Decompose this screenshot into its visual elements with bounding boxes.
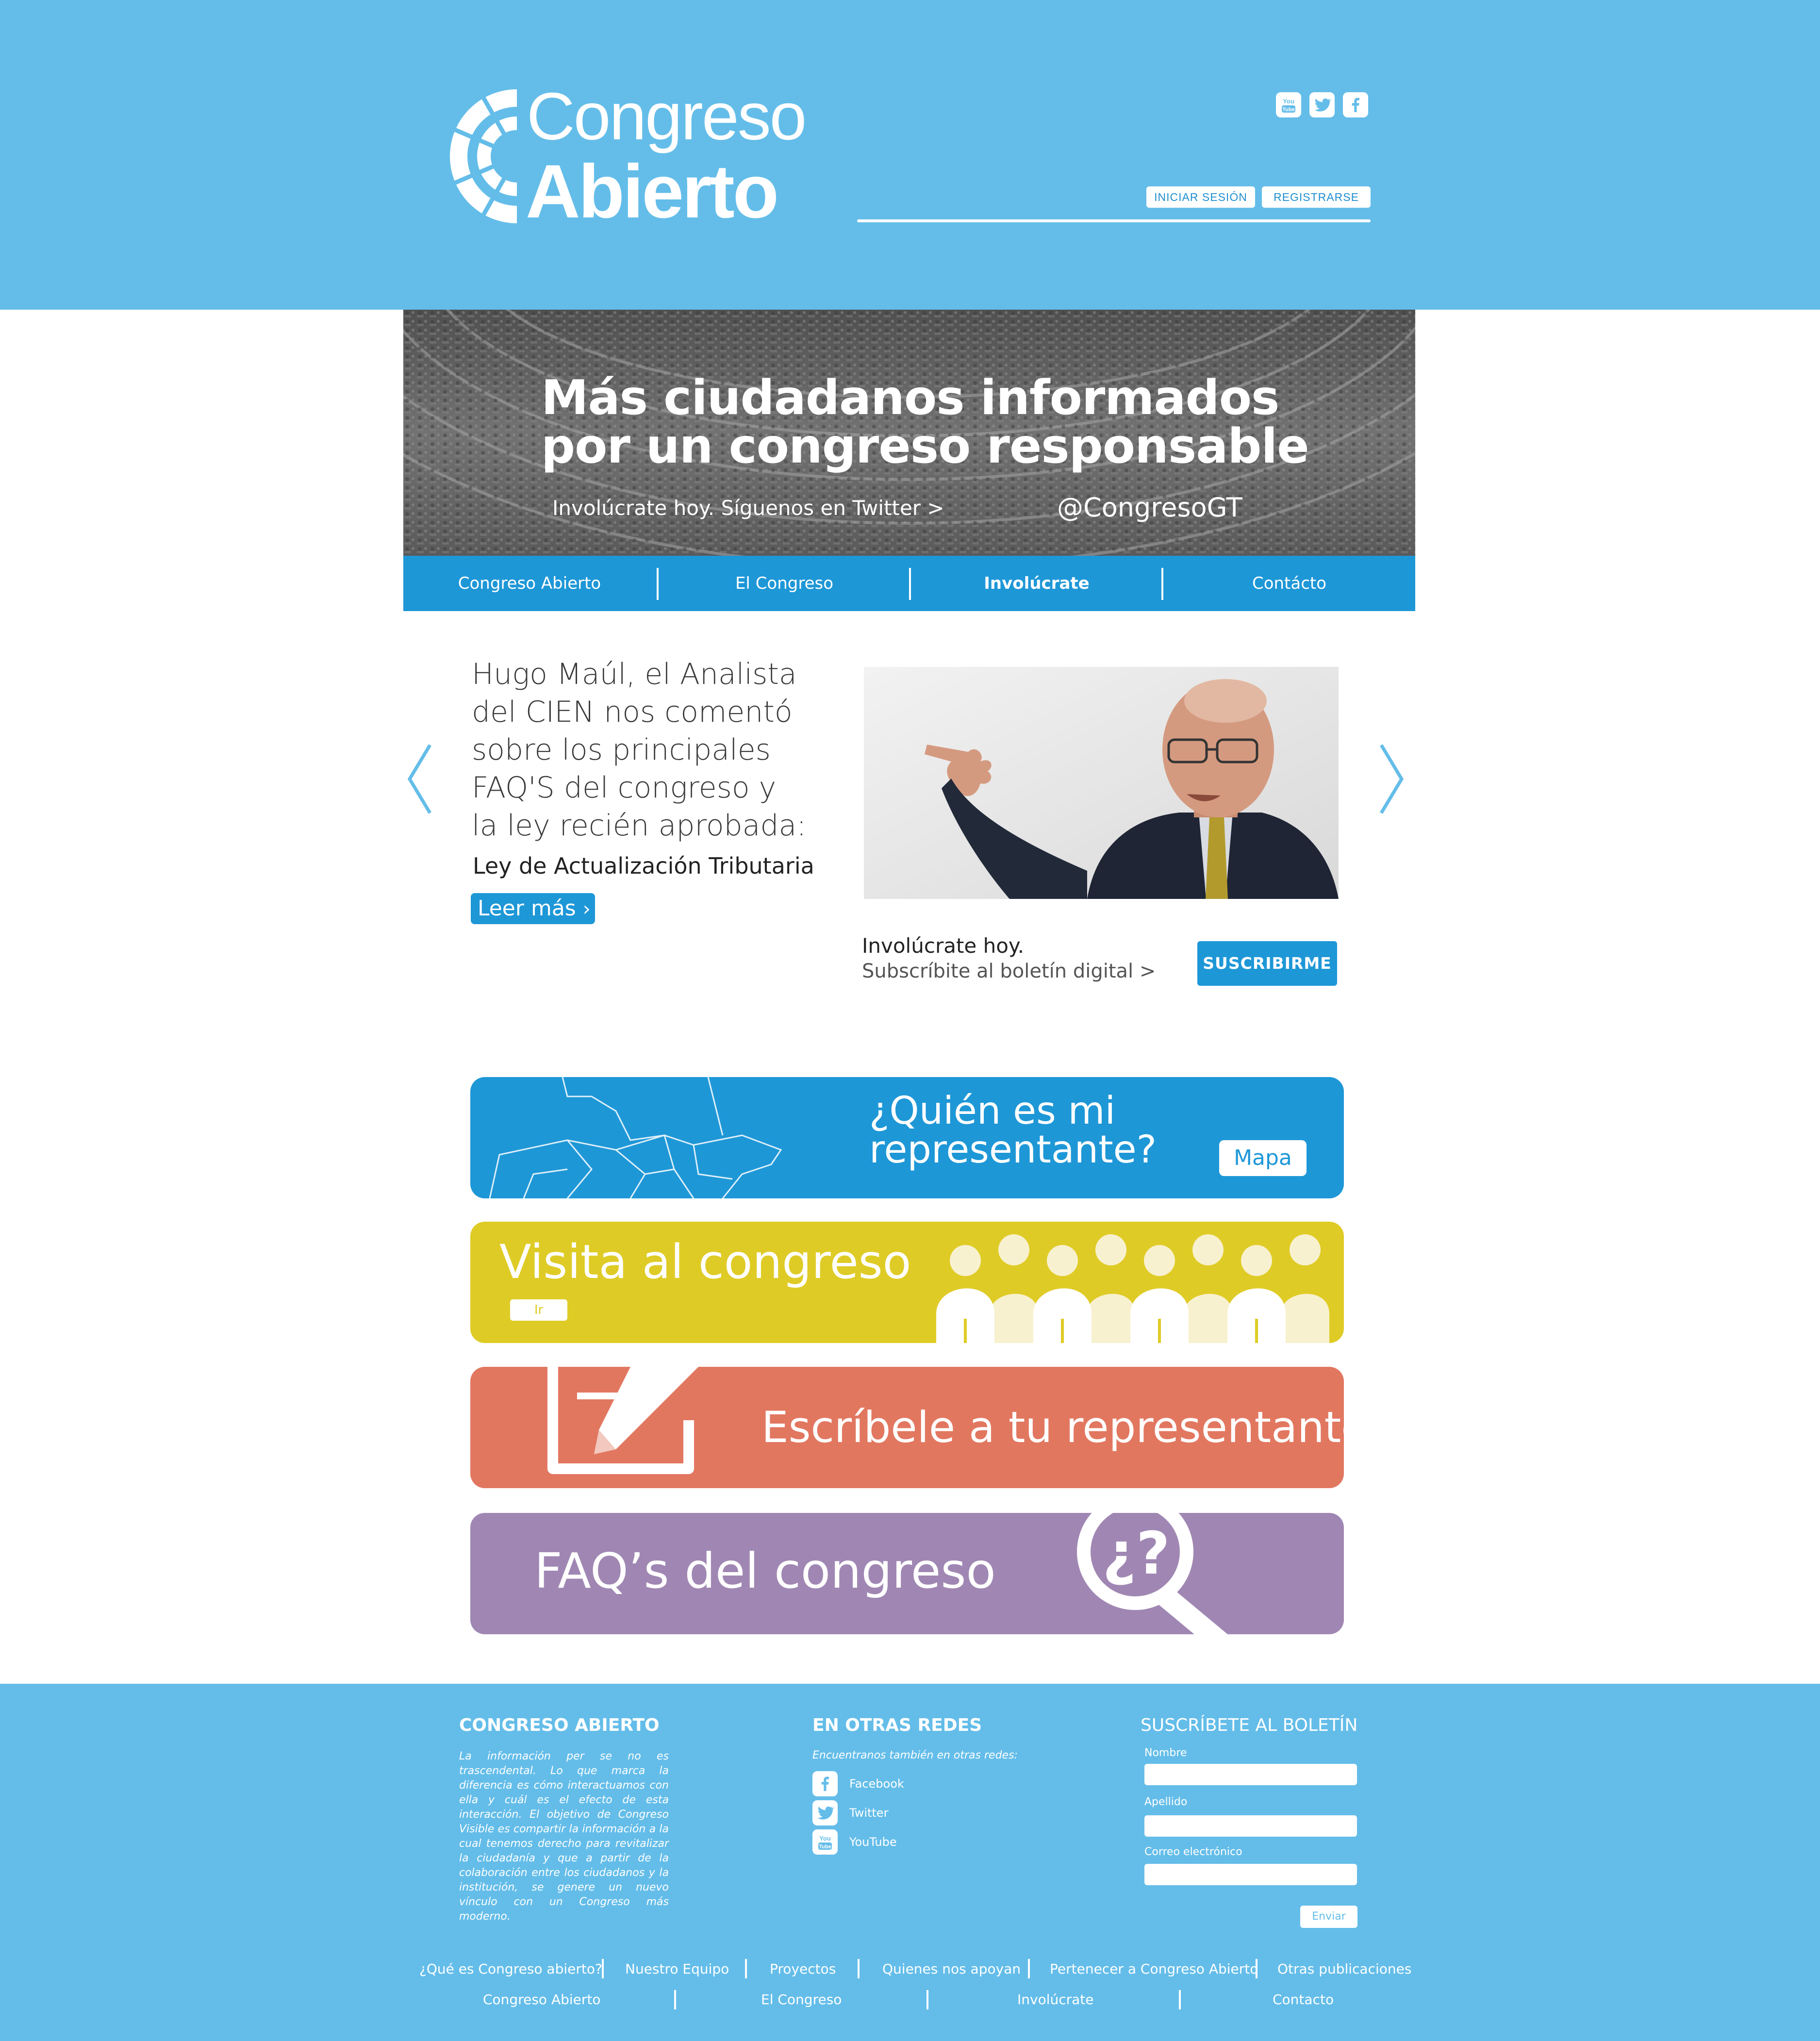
- footer-link-que-es[interactable]: ¿Qué es Congreso abierto?: [419, 1961, 602, 1977]
- site-header: [0, 0, 1820, 310]
- footer-field-label: Correo electrónico: [1144, 1846, 1242, 1858]
- hero-twitter-handle[interactable]: @CongresoGT: [1057, 492, 1242, 523]
- footer-link-apoyan[interactable]: Quienes nos apoyan: [882, 1961, 1021, 1977]
- faq-title: FAQ’s del congreso: [534, 1543, 996, 1599]
- register-button[interactable]: REGISTRARSE: [1262, 186, 1371, 208]
- footer-youtube-link[interactable]: You Tube YouTube: [812, 1829, 897, 1855]
- carousel-prev-arrow[interactable]: [406, 743, 435, 815]
- congreso-logo-mark: [449, 88, 519, 224]
- footer-link-proyectos[interactable]: Proyectos: [770, 1961, 836, 1977]
- visit-title: Visita al congreso: [499, 1235, 911, 1289]
- header-divider: [857, 219, 1371, 222]
- footer-field-label: Nombre: [1144, 1747, 1187, 1759]
- footer-link-pertenecer[interactable]: Pertenecer a Congreso Abierto: [1050, 1961, 1258, 1977]
- subscribe-newsletter-link[interactable]: Subscríbite al boletín digital >: [862, 960, 1156, 982]
- hero-title-line1: Más ciudadanos informados: [541, 370, 1279, 426]
- visit-go-button[interactable]: Ir: [510, 1299, 567, 1321]
- analyst-photo: [864, 667, 1339, 899]
- svg-text:Tube: Tube: [819, 1844, 831, 1850]
- nav-item-involucrate[interactable]: Involúcrate: [911, 556, 1162, 611]
- footer-network-label: Twitter: [849, 1806, 889, 1820]
- footer-email-input[interactable]: [1144, 1864, 1357, 1885]
- subscribe-button[interactable]: SUSCRIBIRME: [1197, 941, 1337, 986]
- write-banner[interactable]: Escríbele a tu representante: [470, 1367, 1344, 1488]
- guatemala-map-icon: [489, 1077, 782, 1198]
- people-group-icon: [936, 1234, 1329, 1343]
- logo-text-abierto: Abierto: [526, 149, 779, 234]
- footer-link-separator: [745, 1959, 747, 1978]
- footer-send-button[interactable]: Enviar: [1300, 1906, 1357, 1928]
- youtube-icon[interactable]: You Tube: [1276, 92, 1301, 117]
- representative-title-line2: representante?: [869, 1128, 1157, 1172]
- subscribe-heading: Involúcrate hoy.: [862, 934, 1025, 958]
- footer-about-text: La información per se no es trascendenta…: [459, 1750, 669, 1923]
- youtube-icon: You Tube: [812, 1829, 838, 1855]
- site-footer: [0, 1684, 1820, 2041]
- feature-law-name: Ley de Actualización Tributaria: [473, 853, 814, 879]
- footer-network-label: YouTube: [849, 1835, 897, 1849]
- feature-line: la ley recién aprobada:: [472, 809, 807, 843]
- footer-nav-involucrate[interactable]: Involúcrate: [1017, 1991, 1094, 2008]
- representative-banner[interactable]: ¿Quién es mi representante? Mapa: [470, 1077, 1344, 1198]
- footer-link-separator: [1028, 1959, 1030, 1978]
- twitter-icon: [812, 1800, 838, 1825]
- footer-link-separator: [927, 1990, 928, 2009]
- map-button[interactable]: Mapa: [1219, 1140, 1307, 1176]
- svg-text:Tube: Tube: [1282, 107, 1294, 113]
- faq-question-glyph: ¿?: [1102, 1520, 1170, 1588]
- footer-nav-el-congreso[interactable]: El Congreso: [761, 1991, 842, 2008]
- footer-networks-intro: Encuentranos también en otras redes:: [812, 1749, 1018, 1761]
- representative-title-line1: ¿Quién es mi: [869, 1089, 1116, 1133]
- footer-link-separator: [858, 1959, 860, 1978]
- read-more-label: Leer más: [478, 896, 576, 921]
- nav-item-el-congreso[interactable]: El Congreso: [659, 556, 910, 611]
- hero-twitter-link[interactable]: Involúcrate hoy. Síguenos en Twitter >: [552, 496, 944, 520]
- footer-facebook-link[interactable]: Facebook: [812, 1771, 904, 1796]
- footer-networks-title: EN OTRAS REDES: [812, 1715, 982, 1735]
- footer-link-separator: [1256, 1959, 1257, 1978]
- magnifier-question-icon: ¿?: [1077, 1513, 1228, 1634]
- footer-link-separator: [1179, 1990, 1181, 2009]
- footer-link-separator: [674, 1990, 676, 2009]
- footer-link-equipo[interactable]: Nuestro Equipo: [625, 1961, 729, 1977]
- hero-title-line2: por un congreso responsable: [541, 419, 1309, 474]
- svg-text:You: You: [1283, 98, 1294, 105]
- footer-newsletter-title: SUSCRÍBETE AL BOLETÍN: [1141, 1715, 1358, 1735]
- carousel-next-arrow[interactable]: [1376, 743, 1406, 815]
- login-button[interactable]: INICIAR SESIÓN: [1146, 186, 1255, 208]
- footer-name-input[interactable]: [1144, 1764, 1357, 1785]
- footer-nav-congreso-abierto[interactable]: Congreso Abierto: [483, 1991, 601, 2008]
- feature-headline: Hugo Maúl, el Analista del CIEN nos come…: [472, 655, 821, 845]
- nav-item-contacto[interactable]: Contácto: [1163, 556, 1415, 611]
- feature-line: Hugo Maúl, el Analista: [472, 657, 797, 691]
- footer-field-label: Apellido: [1144, 1796, 1188, 1808]
- svg-text:You: You: [819, 1835, 831, 1842]
- footer-link-separator: [602, 1959, 604, 1978]
- feature-line: sobre los principales: [472, 733, 771, 767]
- footer-link-publicaciones[interactable]: Otras publicaciones: [1277, 1961, 1411, 1977]
- representative-title: ¿Quién es mi representante?: [869, 1092, 1157, 1169]
- twitter-icon[interactable]: [1309, 92, 1335, 117]
- footer-network-label: Facebook: [849, 1777, 904, 1791]
- footer-nav-contacto[interactable]: Contacto: [1273, 1991, 1334, 2008]
- facebook-icon[interactable]: [1343, 92, 1368, 117]
- nav-item-congreso-abierto[interactable]: Congreso Abierto: [403, 556, 656, 611]
- chevron-right-icon: ›: [582, 898, 591, 920]
- footer-twitter-link[interactable]: Twitter: [812, 1800, 888, 1825]
- pencil-paper-icon: [547, 1367, 698, 1474]
- feature-line: FAQ'S del congreso y: [472, 771, 777, 805]
- logo-text-congreso: Congreso: [527, 79, 807, 154]
- hero-title: Más ciudadanos informados por un congres…: [541, 374, 1366, 471]
- facebook-icon: [812, 1771, 838, 1796]
- feature-line: del CIEN nos comentó: [472, 695, 793, 729]
- footer-about-title: CONGRESO ABIERTO: [459, 1715, 660, 1735]
- write-title: Escríbele a tu representante: [761, 1402, 1344, 1452]
- footer-lastname-input[interactable]: [1144, 1815, 1357, 1837]
- visit-banner[interactable]: Visita al congreso Ir: [470, 1222, 1344, 1343]
- read-more-button[interactable]: Leer más ›: [471, 893, 595, 924]
- faq-banner[interactable]: FAQ’s del congreso ¿?: [470, 1513, 1344, 1634]
